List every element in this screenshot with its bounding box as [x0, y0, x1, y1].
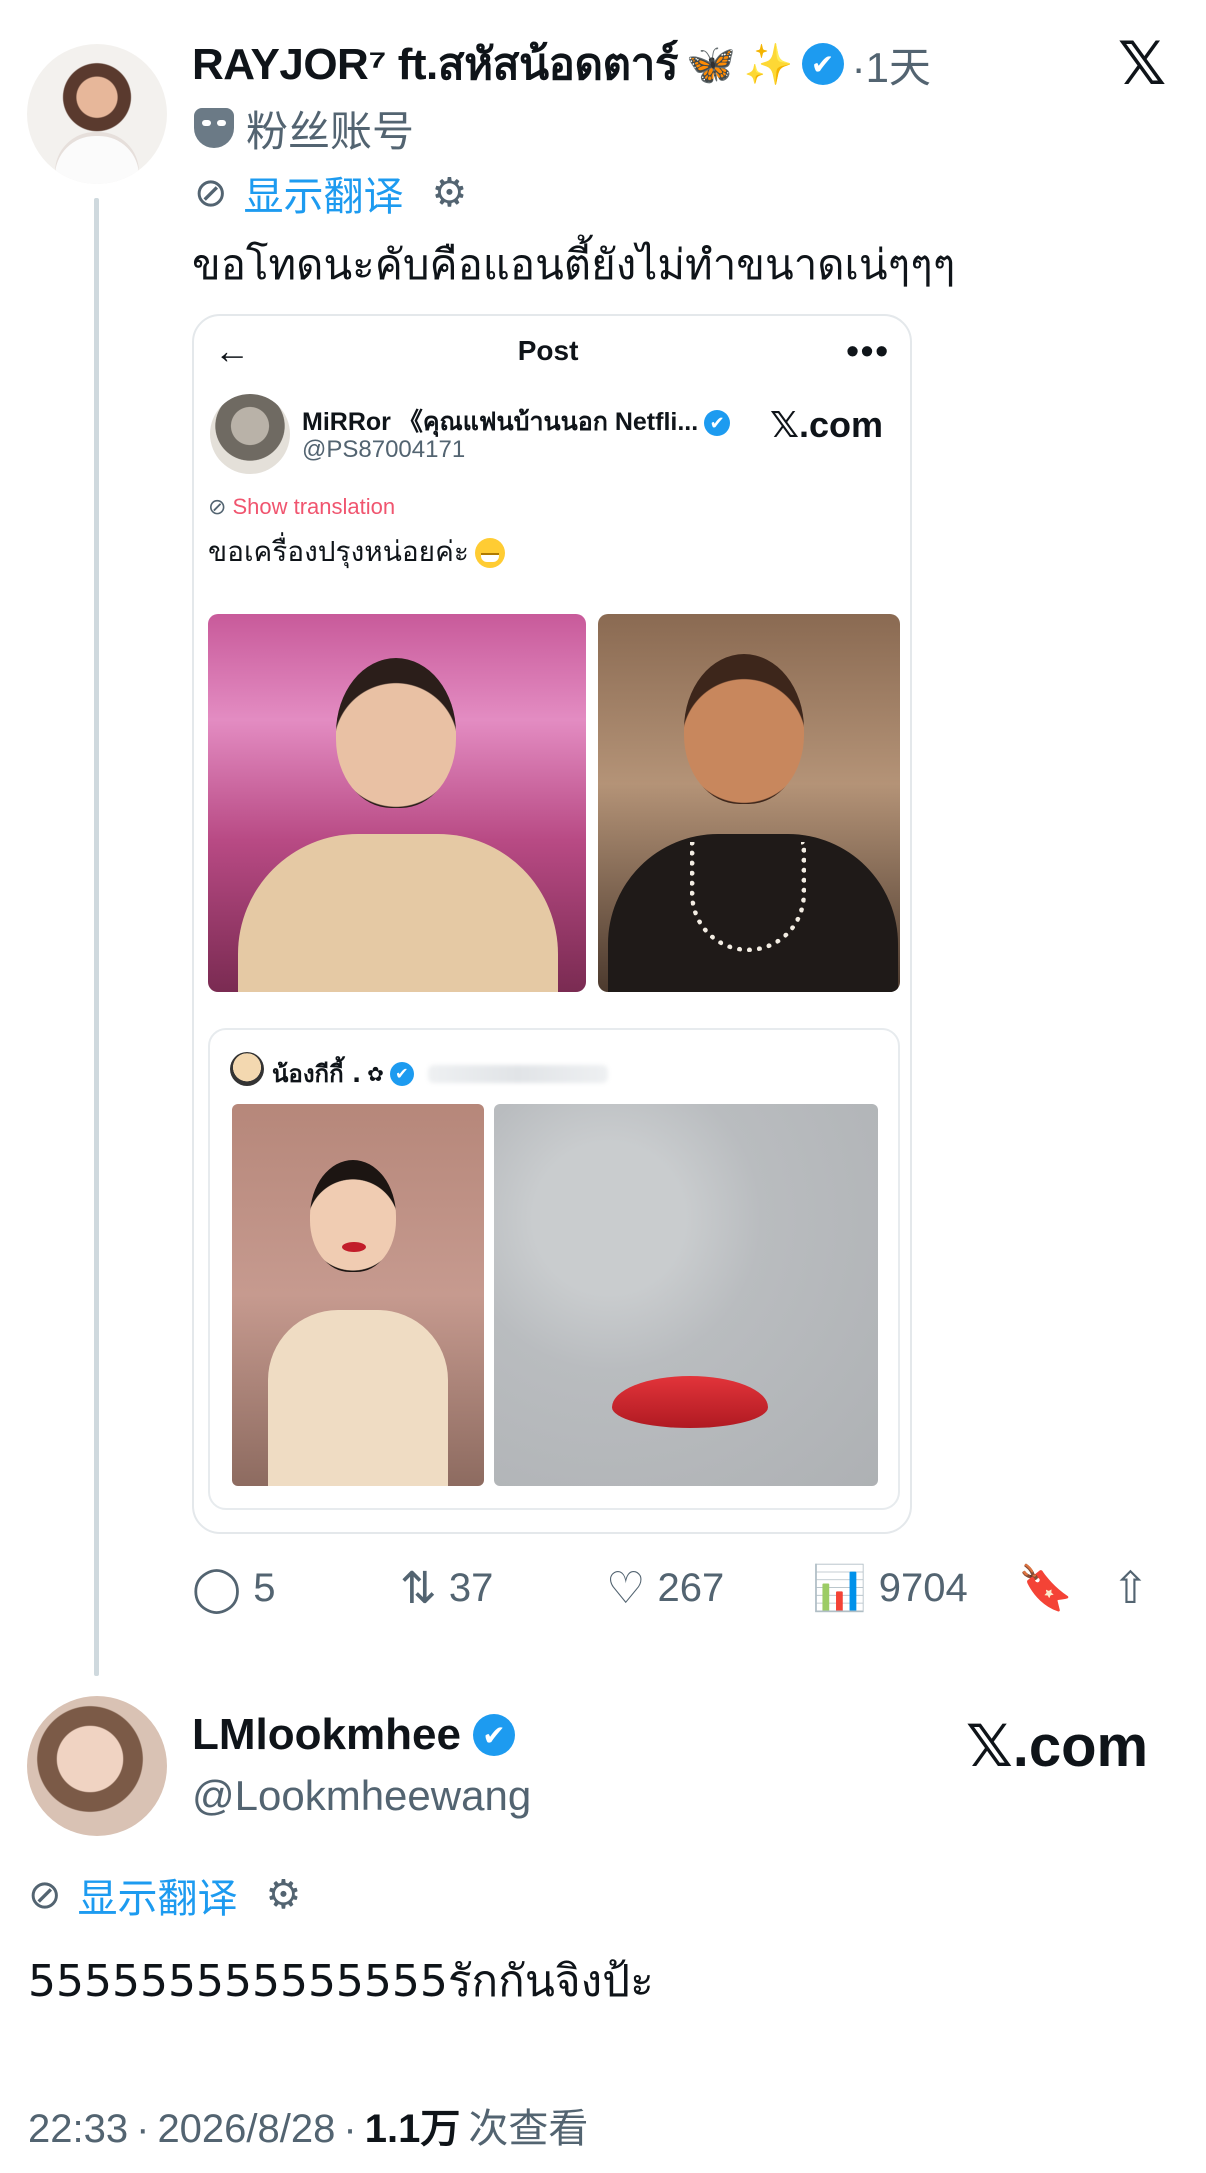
reply-icon: ◯: [192, 1563, 242, 1613]
separator-dot: ·: [343, 2107, 357, 2151]
embedded-verified-icon: ✔: [704, 410, 731, 437]
quote-author: น้องกีกี้ . ✿ ✔: [272, 1054, 608, 1093]
share-icon: ⇧: [1112, 1563, 1149, 1613]
bookmark-icon: 🔖: [1018, 1564, 1073, 1613]
tweet-text: 555555555555555รักกันจิงป้ะ: [28, 1956, 654, 2007]
quote-avatar: [230, 1052, 264, 1086]
verified-badge-icon[interactable]: ✔: [472, 1714, 515, 1756]
embedded-post-title: Post: [517, 335, 579, 366]
fan-account-text: 粉丝账号: [246, 107, 415, 155]
grinning-emoji-icon: [474, 538, 505, 568]
embedded-post-text-content: ขอเครื่องปรุงหน่อยค่ะ: [208, 535, 469, 568]
tweet-time[interactable]: 22:33: [28, 2107, 128, 2152]
views-label: 次查看: [468, 2107, 589, 2151]
show-translation-link[interactable]: 显示翻译: [244, 164, 404, 222]
display-name[interactable]: RAYJOR⁷ ft.สหัสน้อดตาร์: [192, 29, 678, 99]
share-button[interactable]: ⇧: [1112, 1558, 1149, 1618]
views-count: 1.1万: [364, 2107, 461, 2151]
flower-icon: ✿: [367, 1061, 384, 1086]
embedded-show-translation: ⊘ Show translation: [208, 494, 395, 520]
embedded-x-com-watermark: 𝕏.com: [770, 404, 884, 445]
thread-connector-line: [94, 198, 99, 1676]
embedded-name-text: MiRRor 《คุณแฟนบ้านนอก Netfli...: [302, 408, 699, 436]
embedded-post-header: ← Post •••: [194, 316, 910, 386]
blurred-handle: [427, 1064, 608, 1083]
embedded-screenshot-card[interactable]: ← Post ••• MiRRor 《คุณแฟนบ้านนอก Netfli.…: [192, 314, 912, 1534]
fan-account-label: 粉丝账号: [194, 102, 414, 155]
embedded-handle: @PS87004171: [302, 436, 466, 463]
show-translation-link[interactable]: 显示翻译: [78, 1866, 238, 1924]
tweet-header: RAYJOR⁷ ft.สหัสน้อดตาร์ 🦋 ✨ ✔ ·1天: [192, 36, 931, 92]
tweet-text: ขอโทดนะคับคือแอนตี้ยังไม่ทำขนาดเน่ๆๆๆ: [192, 240, 956, 289]
tweet-date[interactable]: 2026/8/28: [157, 2107, 335, 2152]
translate-row: ⊘ 显示翻译 ⚙: [194, 168, 468, 219]
back-arrow-icon: ←: [214, 330, 250, 371]
embedded-quote-tweet: น้องกีกี้ . ✿ ✔: [208, 1028, 900, 1510]
like-button[interactable]: ♡ 267: [606, 1558, 724, 1618]
tweet-action-bar: ◯ 5 ⇅ 37 ♡ 267 📊 9704 🔖 ⇧: [192, 1558, 1172, 1618]
display-name-text[interactable]: LMlookmhee: [192, 1710, 461, 1760]
quote-verified-icon: ✔: [389, 1061, 414, 1086]
embedded-photo-woman-pink-background: [208, 614, 586, 992]
display-name: LMlookmhee ✔: [192, 1710, 515, 1760]
x-logo-icon: 𝕏: [1117, 30, 1167, 97]
tweet-timestamp[interactable]: ·1天: [852, 34, 931, 95]
verified-badge-icon[interactable]: ✔: [801, 43, 844, 85]
heart-icon: ♡: [606, 1563, 646, 1613]
tweet-meta: 22:33 · 2026/8/28 · 1.1万 次查看: [28, 2096, 588, 2154]
avatar[interactable]: [27, 44, 167, 184]
quote-photo-red-leaf-on-sand: [494, 1104, 878, 1486]
views-button[interactable]: 📊 9704: [812, 1558, 968, 1618]
x-com-watermark: 𝕏.com: [966, 1714, 1149, 1779]
embedded-show-translation-label: Show translation: [232, 494, 396, 519]
sparkles-emoji-icon: ✨: [743, 42, 794, 87]
embedded-photo-woman-pearl-necklace: [598, 614, 900, 992]
like-count: 267: [657, 1565, 725, 1610]
translate-icon: ⊘: [28, 1873, 62, 1917]
gear-icon[interactable]: ⚙: [432, 170, 468, 216]
mask-icon: [194, 108, 234, 148]
retweet-icon: ⇅: [400, 1563, 437, 1613]
translate-icon: ⊘: [208, 494, 227, 519]
gear-icon[interactable]: ⚙: [266, 1872, 302, 1918]
translate-icon: ⊘: [194, 171, 228, 215]
retweet-button[interactable]: ⇅ 37: [400, 1558, 493, 1618]
reply-button[interactable]: ◯ 5: [192, 1558, 276, 1618]
view-count: 9704: [878, 1565, 968, 1610]
separator-dot: ·: [136, 2107, 150, 2151]
user-handle[interactable]: @Lookmheewang: [192, 1772, 531, 1820]
translate-row: ⊘ 显示翻译 ⚙: [28, 1870, 302, 1921]
butterfly-emoji-icon: 🦋: [685, 42, 736, 87]
retweet-count: 37: [448, 1565, 494, 1610]
quote-photo-woman-red-lips: [232, 1104, 484, 1486]
bar-chart-icon: 📊: [812, 1564, 867, 1613]
quote-author-name: น้องกีกี้ .: [272, 1060, 362, 1088]
bookmark-button[interactable]: 🔖: [1018, 1558, 1073, 1618]
more-options-icon: •••: [846, 330, 890, 371]
avatar[interactable]: [27, 1696, 167, 1836]
embedded-avatar: [210, 394, 290, 474]
reply-count: 5: [253, 1565, 276, 1610]
embedded-post-text: ขอเครื่องปรุงหน่อยค่ะ: [208, 530, 505, 574]
